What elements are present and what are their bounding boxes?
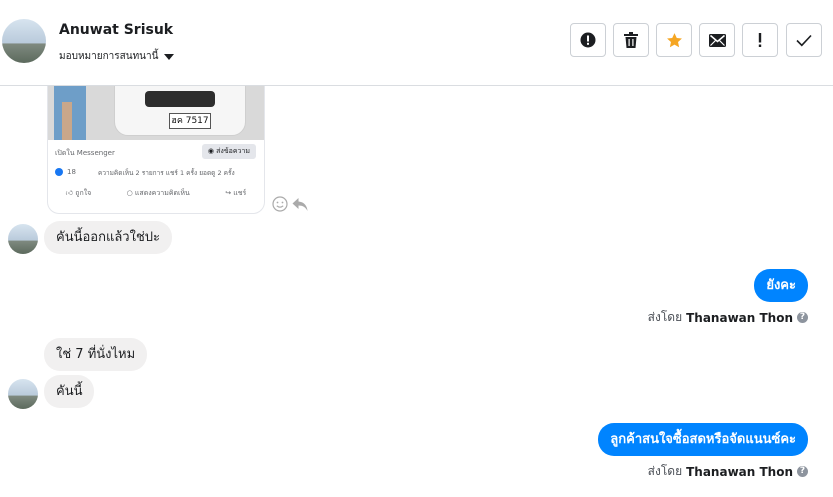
sent-by-prefix: ส่งโดย <box>647 464 683 478</box>
exclamation-icon <box>758 33 762 47</box>
sent-by-label: ส่งโดย Thanawan Thon ? <box>648 308 808 327</box>
like-action[interactable]: 👍︎ ถูกใจ <box>66 188 92 202</box>
incoming-message[interactable]: คันนี้ <box>44 375 95 408</box>
shared-post-image: ฮค 7517 <box>48 86 264 140</box>
comment-action-label: แสดงความคิดเห็น <box>134 189 190 197</box>
like-count-value: 18 <box>67 168 76 176</box>
conversation-header: Anuwat Srisuk มอบหมายการสนทนานี้ <box>0 0 833 86</box>
check-icon <box>796 34 812 46</box>
contact-avatar-small <box>8 379 38 409</box>
assign-conversation-dropdown[interactable]: มอบหมายการสนทนานี้ <box>59 49 175 64</box>
like-count: 18 <box>55 168 76 176</box>
mark-unread-button[interactable] <box>699 23 735 57</box>
outgoing-message[interactable]: ลูกค้าสนใจซื้อสดหรือจัดแนนซ์คะ <box>598 423 808 456</box>
person-leg-image <box>62 102 72 140</box>
send-message-label: ส่งข้อความ <box>216 147 250 155</box>
license-plate: ฮค 7517 <box>169 113 211 129</box>
comment-icon: ○ <box>126 189 135 197</box>
sent-by-label: ส่งโดย Thanawan Thon ? <box>648 462 808 481</box>
like-action-label: ถูกใจ <box>75 189 92 197</box>
contact-avatar[interactable] <box>2 19 46 63</box>
messenger-icon: ◉ <box>207 147 214 155</box>
message-thread[interactable]: ฮค 7517 เปิดใน Messenger ◉ ส่งข้อความ 18… <box>0 86 833 497</box>
trash-icon <box>624 32 638 48</box>
smiley-icon[interactable] <box>272 196 288 212</box>
sent-by-prefix: ส่งโดย <box>647 310 683 324</box>
help-icon[interactable]: ? <box>797 466 808 477</box>
share-action-label: แชร์ <box>233 189 247 197</box>
star-icon <box>666 32 682 47</box>
share-action[interactable]: ↪ แชร์ <box>225 188 246 202</box>
message-actions <box>272 196 308 212</box>
alert-circle-icon <box>580 32 596 48</box>
done-button[interactable] <box>786 23 822 57</box>
incoming-message[interactable]: คันนี้ออกแล้วใช่ปะ <box>44 221 173 254</box>
van-grille <box>145 91 215 107</box>
incoming-message[interactable]: ใช่ 7 ที่นั่งไหม <box>44 338 148 371</box>
sender-name: Thanawan Thon <box>686 464 793 479</box>
like-reaction-icon <box>55 168 63 176</box>
open-in-messenger-link[interactable]: เปิดใน Messenger <box>55 148 115 159</box>
delete-button[interactable] <box>613 23 649 57</box>
post-stats: ความคิดเห็น 2 รายการ แชร์ 1 ครั้ง ยอดดู … <box>98 169 235 177</box>
envelope-icon <box>708 33 726 47</box>
send-message-button[interactable]: ◉ ส่งข้อความ <box>201 144 256 159</box>
post-actions: 👍︎ ถูกใจ ○ แสดงความคิดเห็น ↪ แชร์ <box>48 188 264 202</box>
reply-icon[interactable] <box>292 196 308 212</box>
assign-label: มอบหมายการสนทนานี้ <box>59 51 159 62</box>
report-button[interactable] <box>570 23 606 57</box>
thumbs-up-icon: 👍︎ <box>65 189 76 197</box>
contact-avatar-small <box>8 224 38 254</box>
shared-post-card[interactable]: ฮค 7517 เปิดใน Messenger ◉ ส่งข้อความ 18… <box>47 86 265 214</box>
contact-name[interactable]: Anuwat Srisuk <box>59 22 173 38</box>
important-button[interactable] <box>742 23 778 57</box>
help-icon[interactable]: ? <box>797 312 808 323</box>
outgoing-message[interactable]: ยังคะ <box>754 269 808 302</box>
caret-down-icon <box>164 53 175 60</box>
comment-action[interactable]: ○ แสดงความคิดเห็น <box>127 188 190 202</box>
sender-name: Thanawan Thon <box>686 310 793 325</box>
star-button[interactable] <box>656 23 692 57</box>
van-image: ฮค 7517 <box>114 86 246 136</box>
